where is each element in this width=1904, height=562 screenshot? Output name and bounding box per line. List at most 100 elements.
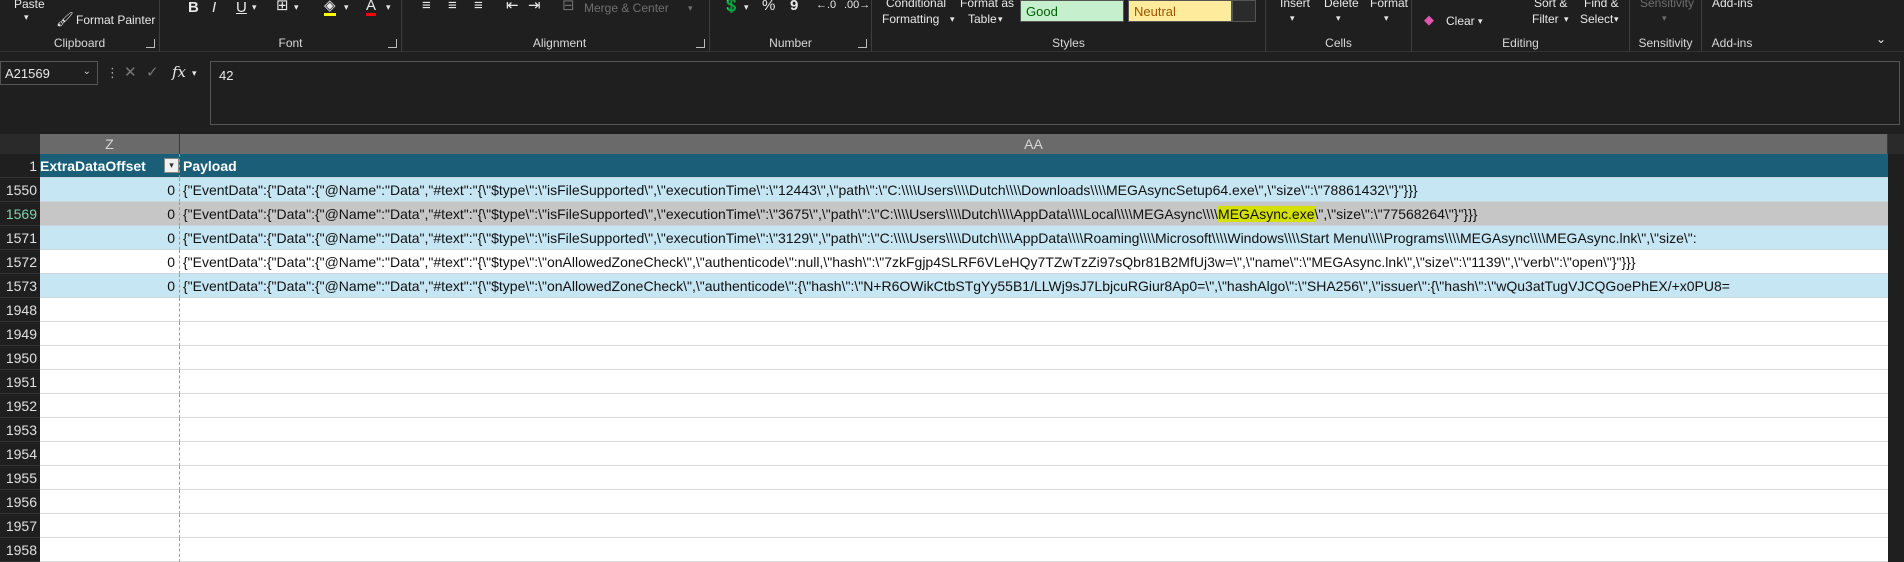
decrease-indent-icon[interactable]: ⇤ <box>506 0 519 13</box>
delete-dropdown-icon[interactable]: ▾ <box>1336 11 1341 26</box>
empty-cell[interactable] <box>180 490 1888 514</box>
collapse-ribbon-icon[interactable]: ⌄ <box>1876 32 1886 47</box>
format-as-table-label[interactable]: Table <box>968 12 997 26</box>
styles-gallery-more[interactable] <box>1232 0 1256 22</box>
row-number[interactable]: 1569 <box>0 202 40 226</box>
accounting-format-icon[interactable]: 💲 <box>722 0 741 13</box>
function-dropdown-icon[interactable]: ▾ <box>192 66 197 81</box>
filter-dropdown-icon[interactable]: ▾ <box>164 158 179 173</box>
fill-color-icon[interactable]: ◈ <box>324 0 336 16</box>
cell-extradataoffset[interactable]: 0 <box>40 250 180 274</box>
conditional-formatting-button[interactable]: Conditional <box>886 0 946 10</box>
cell-payload[interactable]: {"EventData":{"Data":{"@Name":"Data","#t… <box>180 226 1888 250</box>
cell-payload[interactable]: {"EventData":{"Data":{"@Name":"Data","#t… <box>180 250 1888 274</box>
insert-function-icon[interactable]: fx <box>172 65 186 80</box>
alignment-launcher-icon[interactable] <box>696 39 705 48</box>
paste-button[interactable]: Paste <box>14 0 45 11</box>
sort-filter-dropdown-icon[interactable]: ▾ <box>1564 12 1569 27</box>
empty-cell[interactable] <box>40 418 180 442</box>
empty-cell[interactable] <box>180 370 1888 394</box>
empty-cell[interactable] <box>180 394 1888 418</box>
comma-style-button[interactable]: 9 <box>790 0 798 13</box>
row-number[interactable]: 1948 <box>0 298 40 322</box>
cancel-icon[interactable]: ✕ <box>124 65 137 80</box>
row-number[interactable]: 1954 <box>0 442 40 466</box>
empty-cell[interactable] <box>180 442 1888 466</box>
bold-button[interactable]: B <box>188 0 199 15</box>
find-select-button[interactable]: Find & <box>1584 0 1619 10</box>
chevron-down-icon[interactable]: ⌄ <box>83 66 91 77</box>
cell-extradataoffset[interactable]: 0 <box>40 178 180 202</box>
enter-icon[interactable]: ✓ <box>146 65 159 80</box>
sort-filter-label[interactable]: Filter <box>1532 12 1559 26</box>
row-number[interactable]: 1573 <box>0 274 40 298</box>
row-number[interactable]: 1550 <box>0 178 40 202</box>
insert-button[interactable]: Insert <box>1280 0 1310 10</box>
fill-color-dropdown-icon[interactable]: ▾ <box>344 0 349 15</box>
conditional-dropdown-icon[interactable]: ▾ <box>950 12 955 27</box>
format-dropdown-icon[interactable]: ▾ <box>1384 11 1389 26</box>
font-color-icon[interactable]: A <box>366 0 377 16</box>
find-select-dropdown-icon[interactable]: ▾ <box>1614 12 1619 27</box>
cell-extradataoffset[interactable]: 0 <box>40 202 180 226</box>
row-number[interactable]: 1950 <box>0 346 40 370</box>
row-number[interactable]: 1957 <box>0 514 40 538</box>
row-number[interactable]: 1572 <box>0 250 40 274</box>
formula-input[interactable]: 42 <box>210 61 1900 125</box>
empty-cell[interactable] <box>40 394 180 418</box>
row-number[interactable]: 1 <box>0 154 40 178</box>
empty-cell[interactable] <box>40 490 180 514</box>
empty-cell[interactable] <box>180 538 1888 562</box>
row-number[interactable]: 1571 <box>0 226 40 250</box>
underline-dropdown-icon[interactable]: ▾ <box>252 0 257 15</box>
align-center-icon[interactable]: ≡ <box>448 0 457 13</box>
column-header-z[interactable]: Z <box>40 134 180 154</box>
align-right-icon[interactable]: ≡ <box>474 0 483 13</box>
format-as-table-dropdown-icon[interactable]: ▾ <box>998 12 1003 27</box>
format-button[interactable]: Format <box>1370 0 1408 10</box>
empty-cell[interactable] <box>40 370 180 394</box>
select-all-corner[interactable] <box>0 134 40 154</box>
vertical-scrollbar[interactable] <box>1888 154 1904 554</box>
percent-button[interactable]: % <box>762 0 775 13</box>
clear-dropdown-icon[interactable]: ▾ <box>1478 14 1483 29</box>
font-color-dropdown-icon[interactable]: ▾ <box>386 0 391 15</box>
sort-filter-button[interactable]: Sort & <box>1534 0 1567 10</box>
cell-payload[interactable]: {"EventData":{"Data":{"@Name":"Data","#t… <box>180 202 1888 226</box>
empty-cell[interactable] <box>40 346 180 370</box>
increase-decimal-icon[interactable]: ←.0 <box>816 0 836 13</box>
spreadsheet-grid[interactable]: Z AA 1 ExtraDataOffset ▾ Payload 1550 0 … <box>0 134 1904 562</box>
empty-cell[interactable] <box>180 418 1888 442</box>
empty-cell[interactable] <box>40 322 180 346</box>
row-number[interactable]: 1949 <box>0 322 40 346</box>
row-number[interactable]: 1952 <box>0 394 40 418</box>
header-cell-payload[interactable]: Payload <box>180 154 1888 178</box>
cell-extradataoffset[interactable]: 0 <box>40 226 180 250</box>
underline-button[interactable]: U <box>236 0 247 15</box>
empty-cell[interactable] <box>40 538 180 562</box>
empty-cell[interactable] <box>180 346 1888 370</box>
cell-extradataoffset[interactable]: 0 <box>40 274 180 298</box>
column-header-aa[interactable]: AA <box>180 134 1888 154</box>
header-cell-extradataoffset[interactable]: ExtraDataOffset <box>40 154 180 178</box>
row-number[interactable]: 1955 <box>0 466 40 490</box>
style-neutral[interactable]: Neutral <box>1128 0 1232 22</box>
name-box[interactable]: A21569 ⌄ <box>0 61 98 85</box>
borders-dropdown-icon[interactable]: ▾ <box>294 0 299 15</box>
style-good[interactable]: Good <box>1020 0 1124 22</box>
row-number[interactable]: 1958 <box>0 538 40 562</box>
insert-dropdown-icon[interactable]: ▾ <box>1290 11 1295 26</box>
cell-payload[interactable]: {"EventData":{"Data":{"@Name":"Data","#t… <box>180 178 1888 202</box>
decrease-decimal-icon[interactable]: .00→ <box>844 0 870 13</box>
increase-indent-icon[interactable]: ⇥ <box>528 0 541 13</box>
accounting-dropdown-icon[interactable]: ▾ <box>744 0 749 15</box>
empty-cell[interactable] <box>40 442 180 466</box>
empty-cell[interactable] <box>40 298 180 322</box>
empty-cell[interactable] <box>180 514 1888 538</box>
row-number[interactable]: 1951 <box>0 370 40 394</box>
addins-button[interactable]: Add-ins <box>1712 0 1753 10</box>
clipboard-launcher-icon[interactable] <box>146 39 155 48</box>
find-select-label[interactable]: Select <box>1580 12 1613 26</box>
align-left-icon[interactable]: ≡ <box>422 0 431 13</box>
conditional-formatting-label[interactable]: Formatting <box>882 12 939 26</box>
